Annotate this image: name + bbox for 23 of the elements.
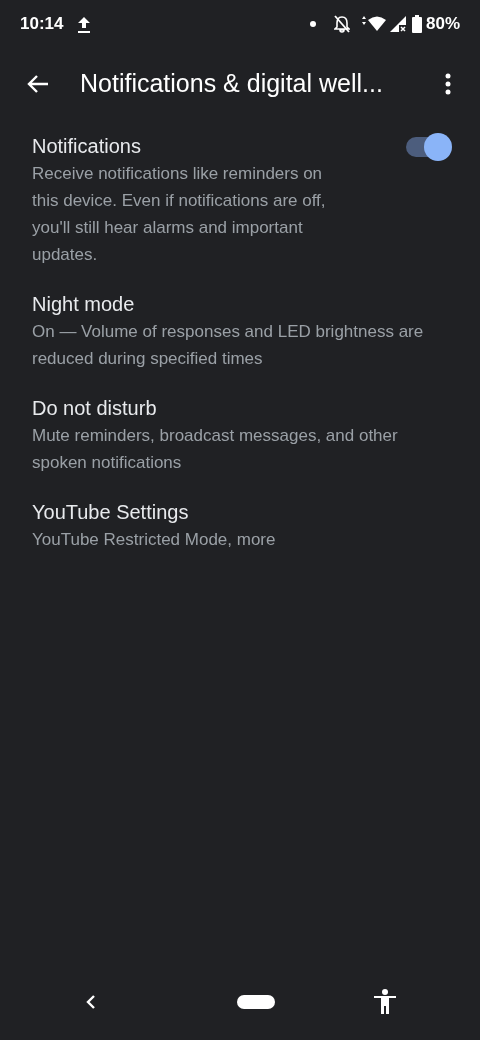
battery-icon (411, 15, 422, 33)
upload-icon (77, 15, 92, 33)
status-time: 10:14 (20, 13, 64, 36)
setting-title[interactable]: Do not disturb (32, 394, 448, 422)
muted-bell-icon (333, 15, 350, 33)
dot-icon (309, 21, 316, 27)
wifi-icon (359, 16, 386, 32)
setting-description: Mute reminders, broadcast messages, and other spoken notifications (32, 425, 399, 474)
setting-title[interactable]: Night mode (32, 290, 448, 318)
chevron-left-icon (84, 994, 98, 1010)
setting-title[interactable]: YouTube Settings (32, 498, 448, 526)
battery-percentage: 80% (425, 13, 460, 36)
accessibility-icon (374, 989, 396, 1015)
home-button[interactable] (237, 995, 275, 1009)
setting-description: YouTube Restricted Mode, more (32, 529, 277, 551)
accessibility-button[interactable] (374, 989, 396, 1015)
more-options-icon (445, 73, 451, 95)
signal-icon (389, 16, 406, 32)
page-title: Notifications & digital well... (80, 68, 384, 100)
setting-description: On — Volume of responses and LED brightness are reduced during specified times (32, 321, 425, 370)
back-nav-button[interactable] (84, 994, 98, 1010)
setting-title[interactable]: Notifications (32, 132, 406, 160)
setting-description: Receive notifications like reminders on this device. Even if notifications are off, you'll still hear alarms and important updates. (32, 163, 327, 266)
